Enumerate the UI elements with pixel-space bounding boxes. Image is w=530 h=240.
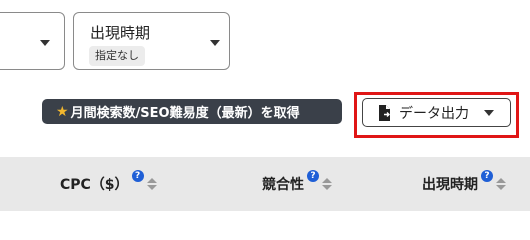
column-header-competition[interactable]: 競合性 ? — [262, 157, 332, 211]
star-icon: ★ — [56, 103, 69, 120]
column-label: CPC（$） — [60, 177, 129, 193]
help-icon[interactable]: ? — [481, 170, 493, 182]
chevron-down-icon — [40, 40, 50, 46]
help-icon[interactable]: ? — [307, 170, 319, 182]
filter-select-left[interactable] — [0, 12, 65, 70]
appearance-period-select[interactable]: 出現時期 指定なし — [73, 12, 230, 70]
export-button-label: データ出力 — [399, 105, 469, 122]
fetch-search-volume-button[interactable]: ★ 月間検索数/SEO難易度（最新）を取得 — [42, 99, 342, 124]
column-header-cpc[interactable]: CPC（$） ? — [60, 157, 157, 211]
appearance-period-value: 指定なし — [89, 46, 145, 66]
fetch-button-label: 月間検索数/SEO難易度（最新）を取得 — [70, 106, 300, 121]
data-export-button[interactable]: データ出力 — [362, 98, 511, 127]
appearance-period-label: 出現時期 — [90, 24, 151, 42]
chevron-down-icon — [210, 40, 220, 46]
table-header: CPC（$） ? 競合性 ? 出現時期 ? — [0, 157, 530, 211]
column-header-appearance[interactable]: 出現時期 ? — [422, 157, 506, 211]
column-label: 出現時期 — [422, 177, 478, 193]
sort-icon[interactable] — [496, 178, 506, 190]
sort-icon[interactable] — [146, 178, 157, 190]
help-icon[interactable]: ? — [131, 170, 144, 182]
sort-icon[interactable] — [322, 178, 332, 190]
column-label: 競合性 — [262, 177, 304, 193]
chevron-down-icon — [484, 109, 494, 116]
file-export-icon — [379, 104, 390, 121]
